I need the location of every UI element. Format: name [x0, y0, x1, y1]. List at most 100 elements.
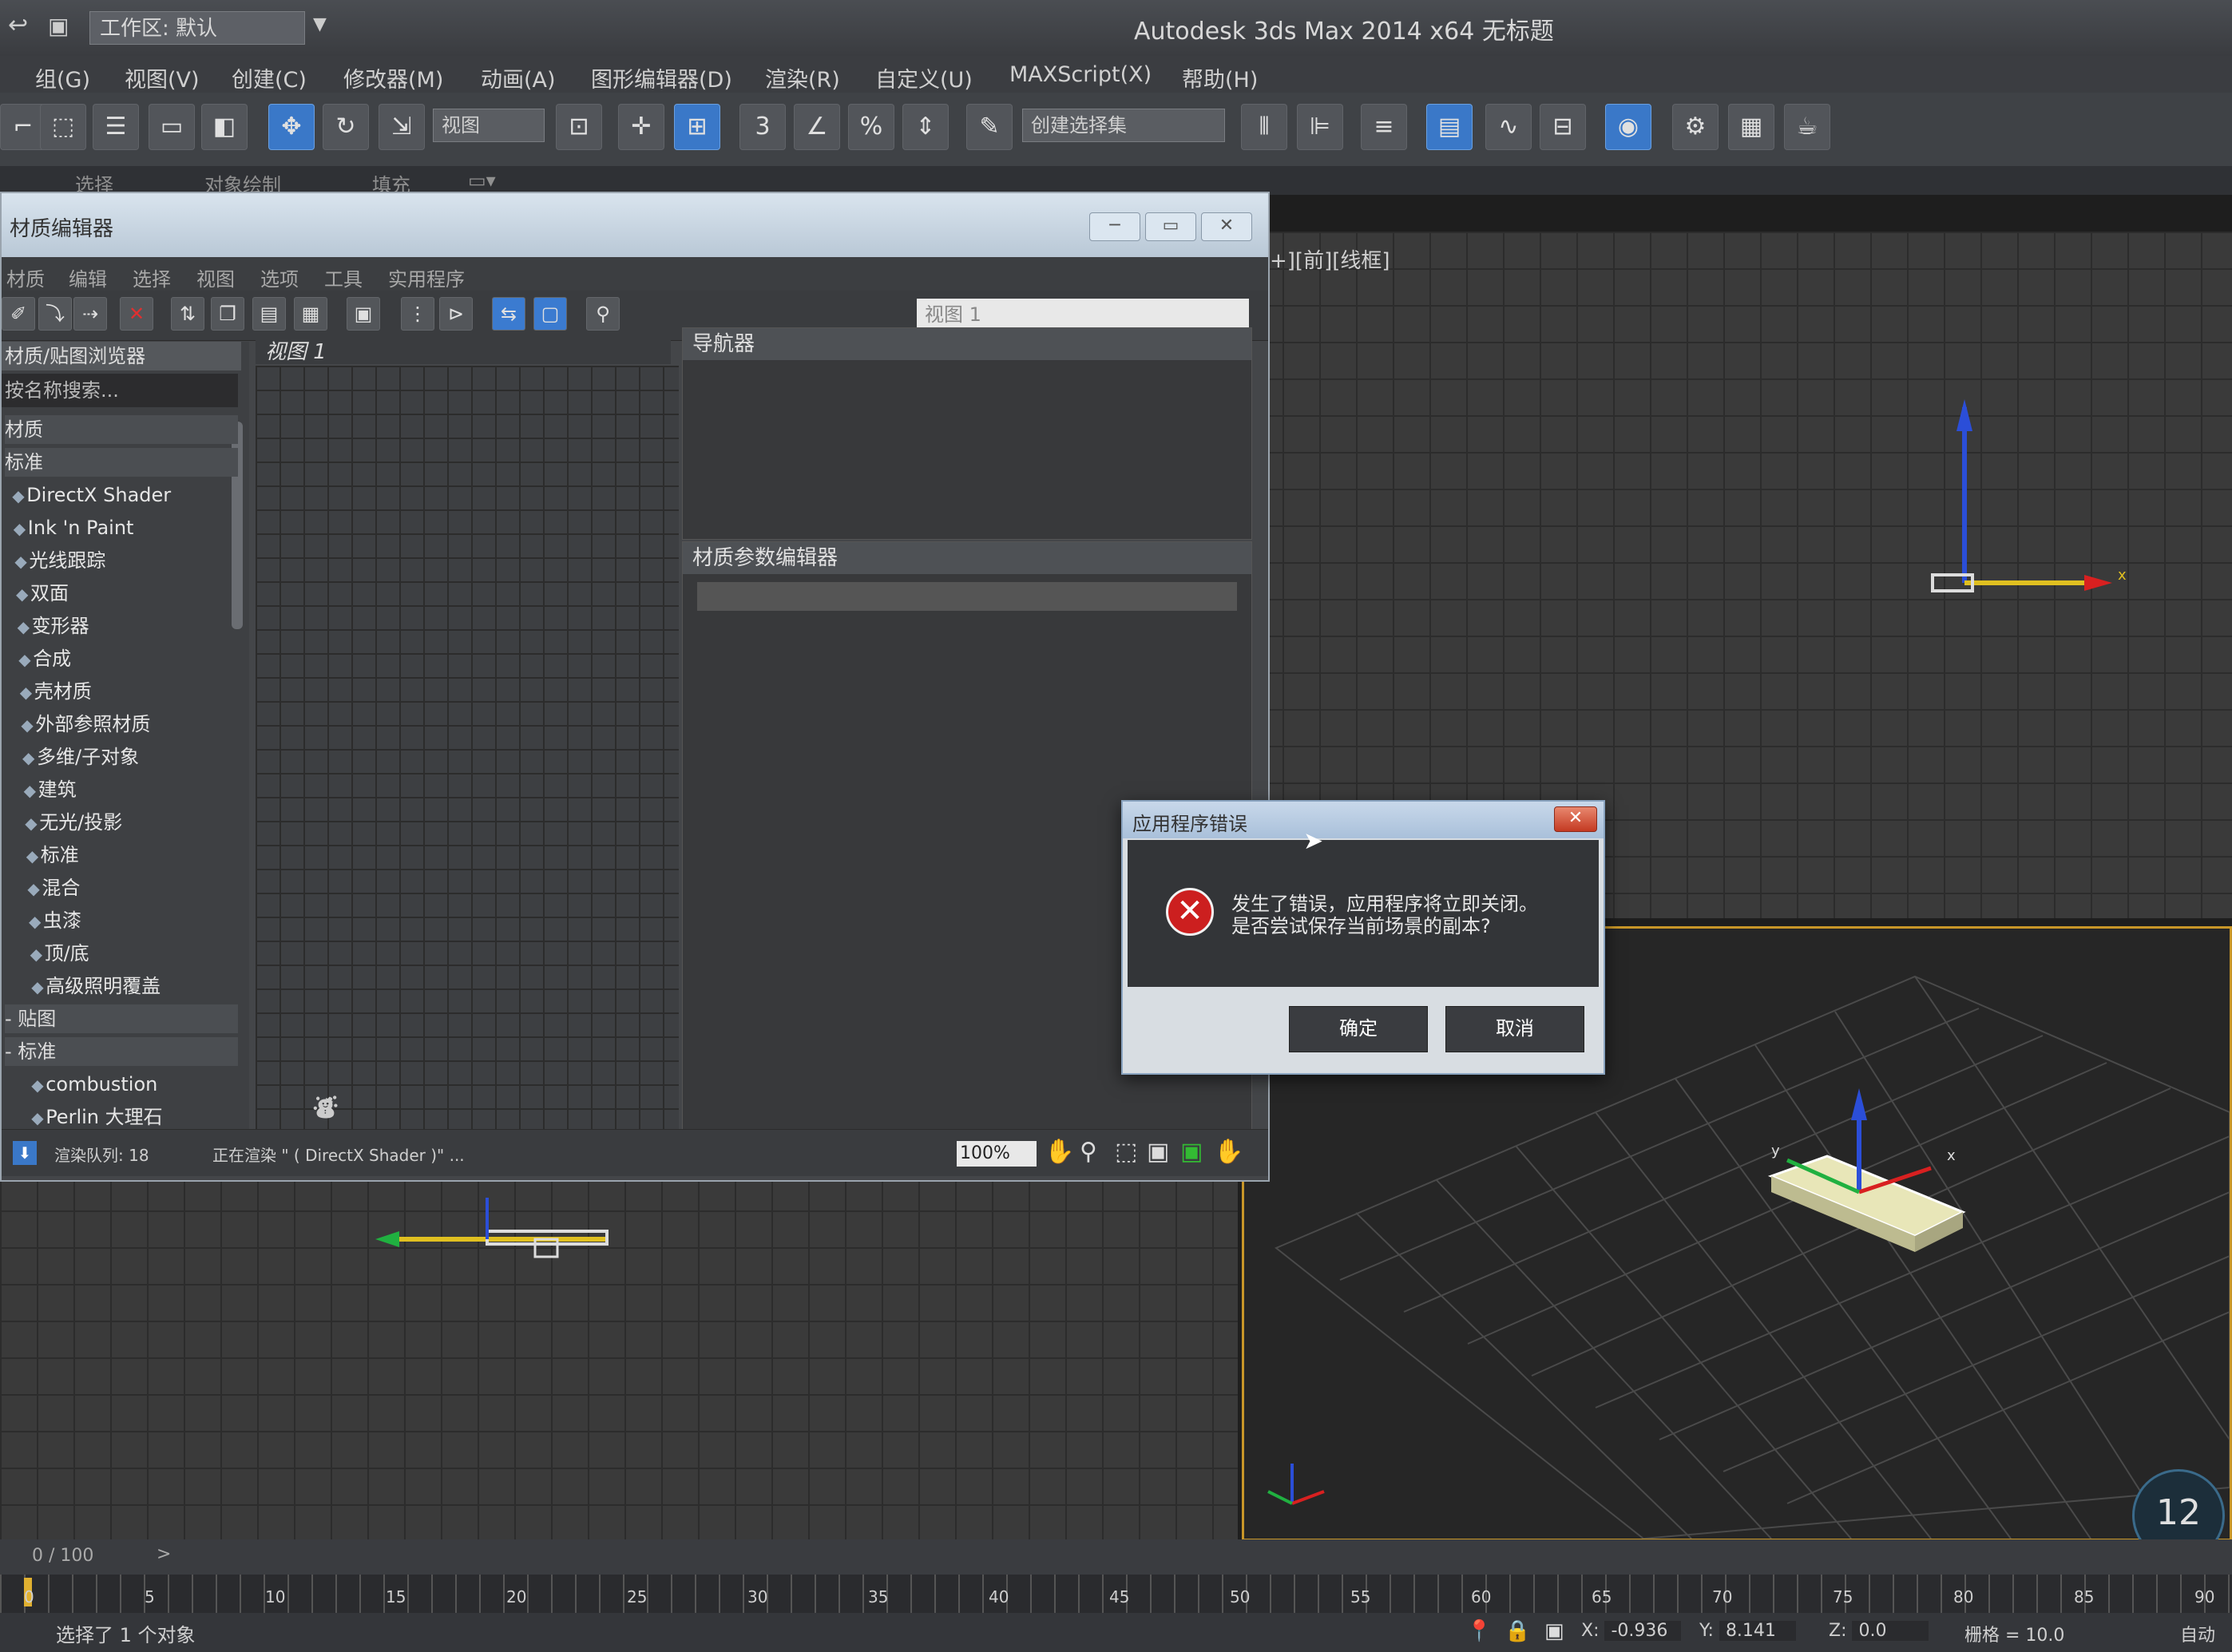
- rendered-frame-icon[interactable]: ▦: [1728, 104, 1774, 150]
- render-queue-icon[interactable]: ⬇: [13, 1141, 37, 1165]
- copy-icon[interactable]: ❐: [211, 297, 244, 331]
- cancel-button[interactable]: 取消: [1445, 1006, 1584, 1052]
- mat-menu-tools[interactable]: 工具: [324, 263, 363, 291]
- parameter-editor-header[interactable]: 材质参数编辑器: [683, 542, 1251, 574]
- browser-item[interactable]: ◆ combustion: [31, 1070, 238, 1099]
- layout-all-icon[interactable]: ⇆: [492, 297, 525, 331]
- mat-menu-utilities[interactable]: 实用程序: [388, 263, 465, 291]
- navigator-header[interactable]: 导航器: [683, 328, 1251, 360]
- menu-graph-editors[interactable]: 图形编辑器(D): [591, 62, 732, 93]
- lock-icon[interactable]: 🔒: [1505, 1619, 1530, 1643]
- auto-key-button[interactable]: 自动: [2180, 1621, 2215, 1646]
- manipulate-icon[interactable]: ✛: [618, 104, 664, 150]
- y-coordinate-field[interactable]: 8.141: [1719, 1621, 1796, 1641]
- curve-editor-icon[interactable]: ∿: [1485, 104, 1532, 150]
- rotate-icon[interactable]: ↻: [323, 104, 369, 150]
- move-children-icon[interactable]: ⇅: [171, 297, 204, 331]
- rect-selection-icon[interactable]: ▭: [149, 104, 195, 150]
- menu-modifiers[interactable]: 修改器(M): [343, 62, 443, 93]
- align-icon[interactable]: ⊫: [1297, 104, 1343, 150]
- node-view-area[interactable]: [256, 366, 679, 1132]
- menu-rendering[interactable]: 渲染(R): [765, 62, 840, 93]
- show-end-result-icon[interactable]: ⋮: [401, 297, 434, 331]
- percent-snap-icon[interactable]: %: [848, 104, 894, 150]
- maximize-button[interactable]: ▭: [1145, 212, 1196, 241]
- material-editor-icon[interactable]: ◉: [1605, 104, 1651, 150]
- time-slider[interactable]: 0 / 100 >: [0, 1539, 2232, 1575]
- zoom-region-icon[interactable]: ⚲: [1080, 1138, 1097, 1166]
- spinner-snap-icon[interactable]: ⇕: [902, 104, 949, 150]
- material-editor-titlebar[interactable]: 材质编辑器 ─ ▭ ✕: [2, 193, 1268, 257]
- background-icon[interactable]: ▦: [294, 297, 327, 331]
- go-forward-icon[interactable]: ⊳: [439, 297, 473, 331]
- pan-icon[interactable]: ✋: [1045, 1138, 1074, 1166]
- mat-menu-material[interactable]: 材质: [6, 263, 45, 291]
- browser-category[interactable]: - 贴图: [5, 1004, 238, 1033]
- hand-icon[interactable]: ✋: [1214, 1138, 1243, 1166]
- keyboard-shortcut-icon[interactable]: ⊞: [674, 104, 720, 150]
- window-crossing-icon[interactable]: ◧: [201, 104, 248, 150]
- render-teapot-icon[interactable]: ☕: [1784, 104, 1830, 150]
- move-gizmo-left[interactable]: [375, 1182, 631, 1278]
- zoom-icon[interactable]: ⚲: [586, 297, 620, 331]
- workspace-combo[interactable]: 工作区: 默认: [89, 11, 305, 45]
- zoom-field[interactable]: 100%: [957, 1141, 1037, 1167]
- frame-icon[interactable]: ▣: [1147, 1138, 1169, 1166]
- undo-icon[interactable]: ↩: [8, 11, 28, 39]
- chevron-down-icon[interactable]: ▼: [313, 14, 327, 34]
- timeline-ruler[interactable]: 0 5 10 15 20 25 30 35 40 45 50 55 60 65 70 75 80 85 90: [0, 1575, 2232, 1613]
- browser-item[interactable]: ◆ 合成: [18, 644, 238, 673]
- view-select-combo[interactable]: 视图 1: [917, 299, 1249, 331]
- layout-icon[interactable]: ▤: [252, 297, 286, 331]
- menu-create[interactable]: 创建(C): [232, 62, 307, 93]
- pivot-icon[interactable]: ⊡: [556, 104, 602, 150]
- browser-item[interactable]: ◆ 高级照明覆盖: [31, 972, 238, 1000]
- browser-item[interactable]: ◆ 外部参照材质: [21, 710, 238, 739]
- scale-icon[interactable]: ⇲: [379, 104, 425, 150]
- show-map-icon[interactable]: ▣: [347, 297, 380, 331]
- browser-header[interactable]: 材质/贴图浏览器: [2, 342, 241, 370]
- reference-coord-combo[interactable]: 视图: [433, 109, 545, 142]
- menu-maxscript[interactable]: MAXScript(X): [1009, 62, 1152, 87]
- browser-item[interactable]: ◆ 光线跟踪: [14, 546, 238, 575]
- delete-icon[interactable]: ✕: [120, 297, 153, 331]
- select-object-icon[interactable]: ⬚: [40, 104, 86, 150]
- layer-manager-icon[interactable]: ≡: [1361, 104, 1407, 150]
- mat-menu-view[interactable]: 视图: [196, 263, 235, 291]
- box-object[interactable]: x y: [1755, 1072, 1995, 1280]
- browser-item[interactable]: ◆ 变形器: [18, 612, 238, 640]
- view-tab[interactable]: 视图 1: [256, 332, 671, 364]
- error-dialog-titlebar[interactable]: 应用程序错误 ✕: [1123, 802, 1604, 838]
- browser-category[interactable]: 标准: [5, 448, 238, 477]
- schematic-view-icon[interactable]: ⊟: [1540, 104, 1586, 150]
- mat-menu-select[interactable]: 选择: [133, 263, 171, 291]
- viewport-front-label[interactable]: +][前][线框]: [1270, 244, 1390, 274]
- ok-button[interactable]: 确定: [1289, 1006, 1428, 1052]
- named-selection-combo[interactable]: 创建选择集: [1022, 109, 1225, 142]
- browser-item[interactable]: ◆ 无光/投影: [25, 808, 238, 837]
- close-button[interactable]: ✕: [1201, 212, 1252, 241]
- put-material-icon[interactable]: ⤵: [38, 297, 72, 331]
- menu-group[interactable]: 组(G): [35, 62, 90, 93]
- menu-views[interactable]: 视图(V): [125, 62, 200, 93]
- binoculars-icon[interactable]: ⛇: [313, 1087, 339, 1126]
- quick-access-icon[interactable]: ▣: [48, 13, 69, 39]
- angle-snap-icon[interactable]: ∠: [794, 104, 840, 150]
- select-by-name-icon[interactable]: ☰: [93, 104, 139, 150]
- show-children-icon[interactable]: ▢: [533, 297, 567, 331]
- menu-animation[interactable]: 动画(A): [481, 62, 556, 93]
- snap-3d-icon[interactable]: 3: [739, 104, 786, 150]
- next-frame-icon[interactable]: >: [157, 1544, 171, 1564]
- assign-material-icon[interactable]: ⇢: [73, 297, 107, 331]
- browser-category[interactable]: 材质: [5, 415, 238, 444]
- browser-search-input[interactable]: 按名称搜索...: [2, 374, 238, 407]
- browser-category[interactable]: - 标准: [5, 1037, 238, 1066]
- error-dialog-close-button[interactable]: ✕: [1554, 806, 1597, 832]
- browser-item[interactable]: ◆ 顶/底: [30, 939, 238, 968]
- mirror-icon[interactable]: ⫴: [1241, 104, 1287, 150]
- browser-item[interactable]: ◆ 虫漆: [29, 906, 238, 935]
- ribbon-toggle-icon[interactable]: ▭▾: [468, 169, 496, 192]
- minimize-button[interactable]: ─: [1089, 212, 1140, 241]
- edit-named-sets-icon[interactable]: ✎: [966, 104, 1013, 150]
- mat-menu-options[interactable]: 选项: [260, 263, 299, 291]
